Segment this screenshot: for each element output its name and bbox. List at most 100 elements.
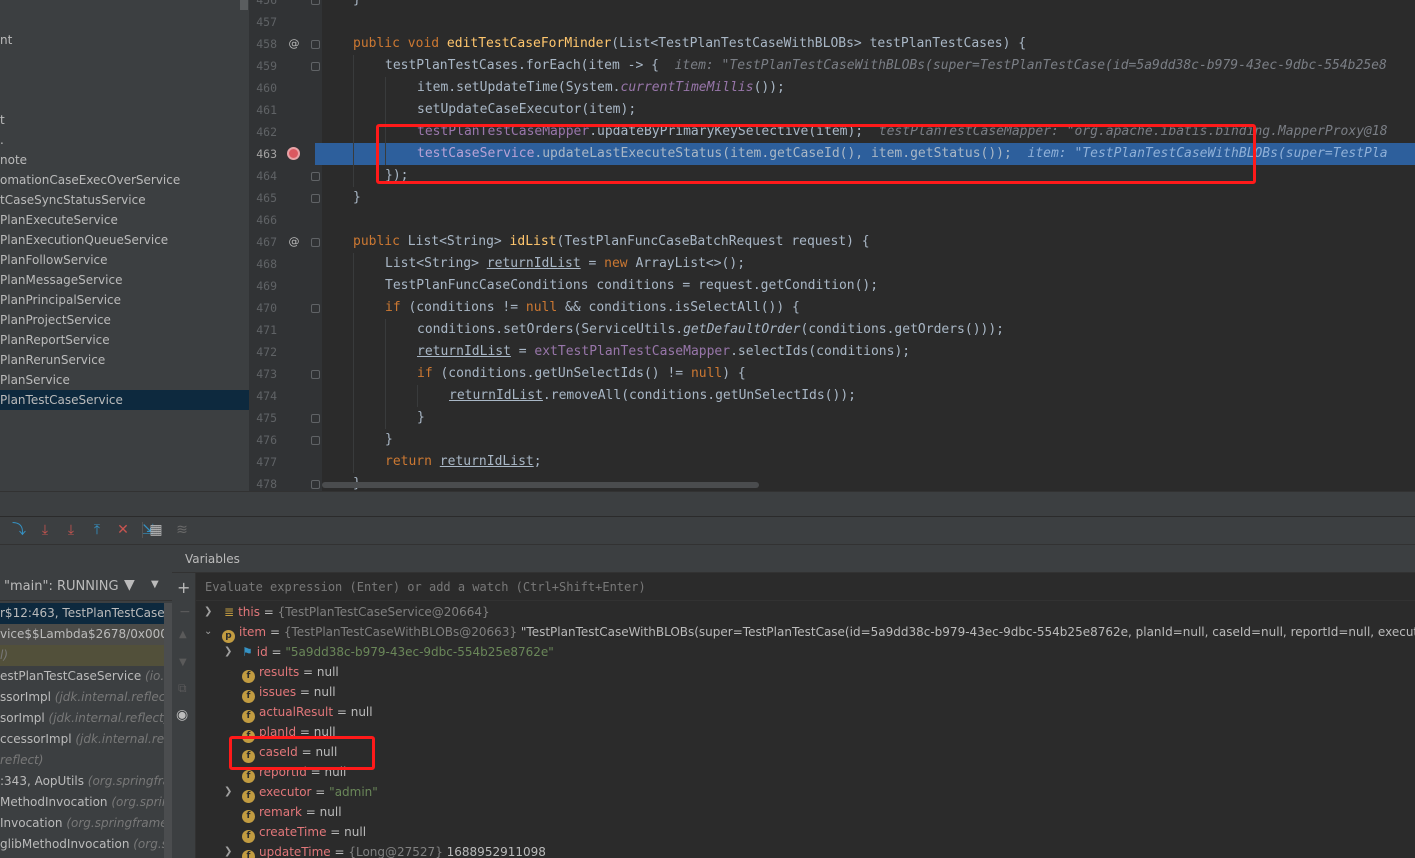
variable-row[interactable]: f executor = "admin" xyxy=(242,782,378,803)
add-watch-icon[interactable]: + xyxy=(177,578,190,597)
override-annotation-icon[interactable]: @ xyxy=(287,37,301,51)
fold-icon[interactable] xyxy=(311,370,320,379)
var-eq: = xyxy=(301,805,320,819)
trace-icon[interactable]: ≋ xyxy=(174,522,190,538)
fold-icon[interactable] xyxy=(311,0,320,5)
variable-row[interactable]: f results = null xyxy=(242,662,339,683)
expand-arrow-icon[interactable]: ❯ xyxy=(224,786,232,797)
frame-item[interactable]: r$12:463, TestPlanTestCaseSe xyxy=(0,603,172,624)
tree-scrollbar[interactable] xyxy=(240,0,248,10)
fold-icon[interactable] xyxy=(311,304,320,313)
frame-item[interactable]: ccessorImpl (jdk.internal.refle xyxy=(0,729,172,750)
tree-item[interactable]: tCaseSyncStatusService xyxy=(0,190,249,210)
tree-item[interactable]: t xyxy=(0,110,249,130)
tree-item-label: . xyxy=(0,133,4,147)
frame-item[interactable]: :343, AopUtils (org.springfran xyxy=(0,771,172,792)
remove-watch-icon[interactable]: − xyxy=(179,604,191,620)
frame-item[interactable]: glibMethodInvocation (org.sp xyxy=(0,834,172,855)
fold-icon[interactable] xyxy=(311,194,320,203)
frame-lib: (org.spring xyxy=(111,795,172,809)
thread-label: "main": RUNNING xyxy=(4,579,119,594)
line-number: 476 xyxy=(256,433,277,447)
force-step-into-icon[interactable]: ⤓ xyxy=(63,522,79,538)
frames-scrollbar[interactable] xyxy=(164,603,172,858)
chevron-down-icon[interactable]: ▼ xyxy=(151,579,159,590)
filter-icon[interactable]: ▼ xyxy=(124,577,135,593)
fold-icon[interactable] xyxy=(311,40,320,49)
frame-item[interactable]: l) xyxy=(0,645,172,666)
duplicate-icon[interactable]: ⧉ xyxy=(178,681,187,696)
tree-item[interactable]: PlanReportService xyxy=(0,330,249,350)
frame-item[interactable]: ssorImpl (jdk.internal.reflect) xyxy=(0,687,172,708)
line-number: 458 xyxy=(256,37,277,51)
expand-arrow-icon[interactable]: ❯ xyxy=(204,606,212,617)
debug-toolbar: ⤵ ⤓ ⤓ ⤒ ✕ ⇲ ▦ ≋ xyxy=(0,517,1415,545)
step-into-icon[interactable]: ⤓ xyxy=(37,522,53,538)
variable-row[interactable]: f createTime = null xyxy=(242,822,366,843)
override-annotation-icon[interactable]: @ xyxy=(287,235,301,249)
move-down-icon[interactable]: ▼ xyxy=(179,657,187,668)
code-token: } xyxy=(353,190,361,205)
frame-lib: (jdk.internal.reflect) xyxy=(48,711,169,725)
move-up-icon[interactable]: ▲ xyxy=(179,629,187,640)
tree-item[interactable]: note xyxy=(0,150,249,170)
variable-row[interactable]: p item = {TestPlanTestCaseWithBLOBs@20663… xyxy=(222,622,1415,643)
evaluate-expression-input[interactable]: Evaluate expression (Enter) or add a wat… xyxy=(196,573,1415,601)
code-token: ()); xyxy=(753,80,785,95)
fold-icon[interactable] xyxy=(311,172,320,181)
thread-selector[interactable]: "main": RUNNING ▼ ▼ xyxy=(0,573,172,601)
frame-item[interactable]: estPlanTestCaseService (io.met xyxy=(0,666,172,687)
line-number: 465 xyxy=(256,191,277,205)
collapse-arrow-icon[interactable]: ⌄ xyxy=(204,626,212,637)
code-line: } xyxy=(385,429,393,451)
tree-item[interactable]: PlanProjectService xyxy=(0,310,249,330)
code-token: extTestPlanTestCaseMapper xyxy=(534,344,731,359)
frame-item[interactable]: Invocation (org.springframew xyxy=(0,813,172,834)
variable-row[interactable]: f updateTime = {Long@27527} 1688952911098 xyxy=(242,842,546,858)
code-token: ; xyxy=(533,454,542,469)
step-out-icon[interactable]: ⤒ xyxy=(89,522,105,538)
frame-item[interactable]: vice$$Lambda$2678/0x000000 xyxy=(0,624,172,645)
fold-icon[interactable] xyxy=(311,414,320,423)
tree-item[interactable]: PlanExecuteService xyxy=(0,210,249,230)
tree-item[interactable]: . xyxy=(0,130,249,150)
variable-row[interactable]: ⚑ id = "5a9dd38c-b979-43ec-9dbc-554b25e87… xyxy=(242,642,554,662)
variable-row[interactable]: f actualResult = null xyxy=(242,702,373,723)
variable-row[interactable]: f issues = null xyxy=(242,682,336,703)
fold-icon[interactable] xyxy=(311,62,320,71)
frame-text: estPlanTestCaseService xyxy=(0,669,146,683)
step-over-icon[interactable]: ⤵ xyxy=(11,522,27,538)
fold-icon[interactable] xyxy=(311,436,320,445)
editor-horizontal-scrollbar[interactable] xyxy=(322,482,759,488)
tree-item[interactable]: PlanRerunService xyxy=(0,350,249,370)
fold-icon[interactable] xyxy=(311,238,320,247)
frame-item[interactable]: reflect) xyxy=(0,750,172,771)
tree-item[interactable]: omationCaseExecOverService xyxy=(0,170,249,190)
frame-item[interactable]: sorImpl (jdk.internal.reflect) xyxy=(0,708,172,729)
frame-item[interactable]: MethodInvocation (org.spring xyxy=(0,792,172,813)
code-line: } xyxy=(417,407,425,429)
expand-arrow-icon[interactable]: ❯ xyxy=(224,646,232,657)
code-editor[interactable]: 456 457 458 459 460 461 462 463 464 465 … xyxy=(249,0,1415,491)
tree-item[interactable]: PlanService xyxy=(0,370,249,390)
frame-lib: (jdk.internal.reflect) xyxy=(54,690,172,704)
variable-row[interactable]: ≣ this = {TestPlanTestCaseService@20664} xyxy=(224,602,490,622)
tree-item[interactable]: PlanExecutionQueueService xyxy=(0,230,249,250)
eye-icon[interactable]: ◉ xyxy=(176,707,188,723)
tree-item[interactable]: PlanPrincipalService xyxy=(0,290,249,310)
code-token: (conditions.getOrders())); xyxy=(800,322,1005,337)
tree-item-label: omationCaseExecOverService xyxy=(0,173,181,187)
tree-item[interactable]: nt xyxy=(0,30,249,50)
variable-row[interactable]: f remark = null xyxy=(242,802,342,823)
breakpoint-icon[interactable] xyxy=(287,147,300,160)
tree-item[interactable]: PlanMessageService xyxy=(0,270,249,290)
code-line: returnIdList = extTestPlanTestCaseMapper… xyxy=(417,341,910,363)
expand-arrow-icon[interactable]: ❯ xyxy=(224,846,232,857)
fold-icon[interactable] xyxy=(311,480,320,489)
tree-item[interactable]: PlanFollowService xyxy=(0,250,249,270)
tree-item-selected[interactable]: PlanTestCaseService xyxy=(0,390,249,410)
frame-text: ssorImpl xyxy=(0,690,55,704)
tree-item-label: PlanExecutionQueueService xyxy=(0,233,169,247)
evaluate-expression-icon[interactable]: ▦ xyxy=(148,522,164,538)
drop-frame-icon[interactable]: ✕ xyxy=(115,522,131,538)
